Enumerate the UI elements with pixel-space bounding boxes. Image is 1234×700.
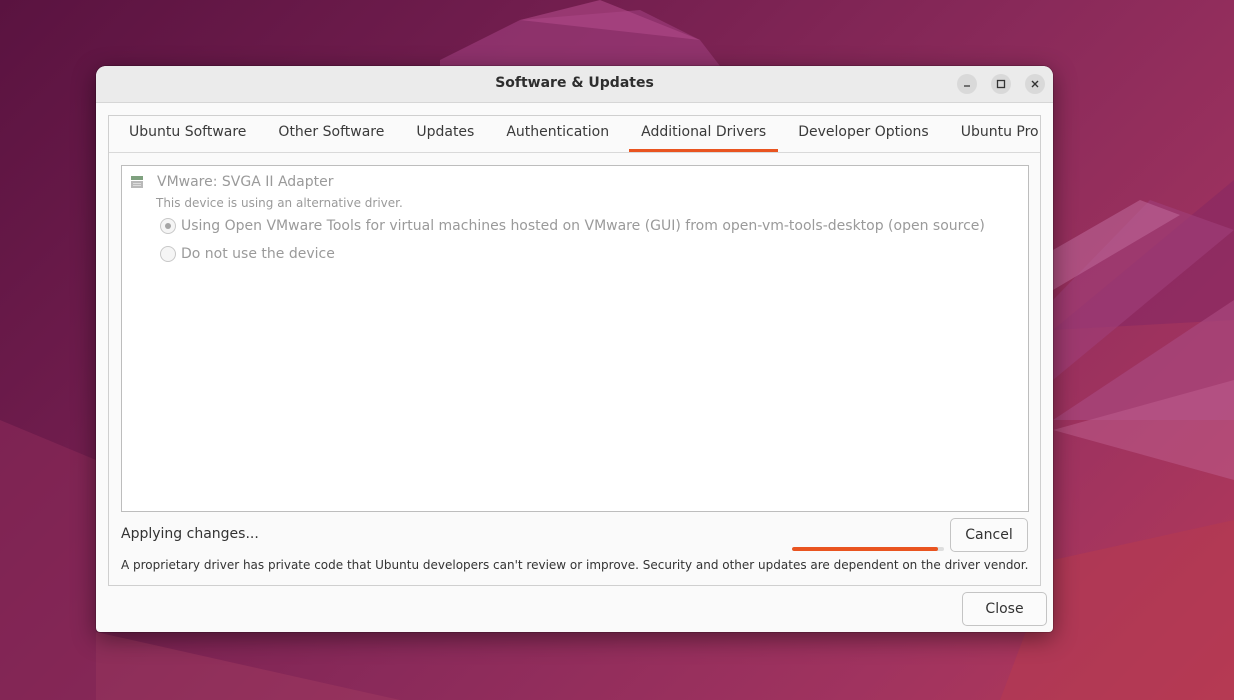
- window-title: Software & Updates: [495, 75, 654, 91]
- tab-developer-options[interactable]: Developer Options: [786, 115, 940, 152]
- status-text: Applying changes...: [121, 526, 259, 542]
- software-updates-window: Software & Updates Ubuntu Software Other…: [96, 66, 1053, 632]
- close-icon: [1031, 80, 1039, 88]
- minimize-icon: [964, 85, 970, 87]
- tab-updates[interactable]: Updates: [404, 115, 486, 152]
- driver-option-label: Using Open VMware Tools for virtual mach…: [181, 218, 985, 234]
- radio-button[interactable]: [160, 246, 176, 262]
- device-status: This device is using an alternative driv…: [156, 196, 403, 210]
- hardware-chip-icon: [131, 176, 143, 188]
- driver-option-do-not-use[interactable]: Do not use the device: [160, 246, 335, 262]
- tab-other-software[interactable]: Other Software: [266, 115, 396, 152]
- maximize-button[interactable]: [991, 74, 1011, 94]
- progress-fill: [792, 547, 938, 551]
- device-name: VMware: SVGA II Adapter: [157, 174, 334, 190]
- driver-option-open-vm-tools[interactable]: Using Open VMware Tools for virtual mach…: [160, 218, 985, 234]
- device-header: VMware: SVGA II Adapter: [130, 174, 334, 190]
- titlebar[interactable]: Software & Updates: [96, 66, 1053, 103]
- close-window-button[interactable]: [1025, 74, 1045, 94]
- tab-authentication[interactable]: Authentication: [494, 115, 621, 152]
- tab-bar: Ubuntu Software Other Software Updates A…: [109, 116, 1040, 153]
- proprietary-driver-disclaimer: A proprietary driver has private code th…: [121, 558, 1029, 572]
- driver-list: VMware: SVGA II Adapter This device is u…: [121, 165, 1029, 512]
- tab-ubuntu-pro[interactable]: Ubuntu Pro: [949, 115, 1051, 152]
- minimize-button[interactable]: [957, 74, 977, 94]
- tab-notebook: Ubuntu Software Other Software Updates A…: [108, 115, 1041, 586]
- cancel-button[interactable]: Cancel: [950, 518, 1028, 552]
- tab-additional-drivers[interactable]: Additional Drivers: [629, 115, 779, 152]
- tab-ubuntu-software[interactable]: Ubuntu Software: [117, 115, 258, 152]
- driver-option-label: Do not use the device: [181, 246, 335, 262]
- progress-bar: [792, 547, 944, 551]
- close-button[interactable]: Close: [962, 592, 1047, 626]
- radio-button-selected[interactable]: [160, 218, 176, 234]
- maximize-icon: [996, 79, 1006, 89]
